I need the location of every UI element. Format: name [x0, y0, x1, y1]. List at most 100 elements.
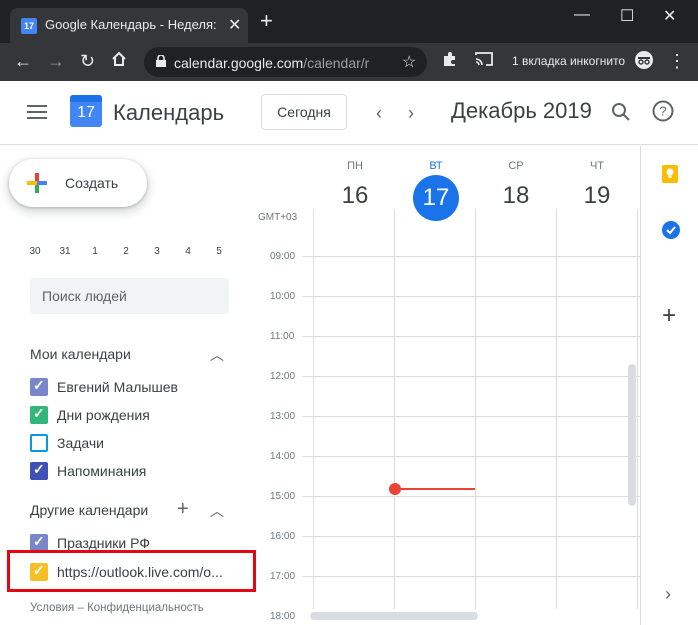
calendar-label: Напоминания	[57, 463, 147, 479]
calendar-favicon-icon: 17	[21, 18, 37, 34]
hour-label: 18:00	[270, 611, 296, 622]
url-text: calendar.google.com/calendar/r	[174, 55, 379, 71]
current-time-dot	[389, 483, 401, 495]
next-week-icon[interactable]: ›	[408, 103, 414, 124]
add-addon-icon[interactable]: +	[662, 304, 676, 328]
grid-hour-line	[303, 336, 640, 337]
mini-cal-day[interactable]: 2	[114, 246, 138, 257]
calendar-label: Евгений Малышев	[57, 379, 178, 395]
day-number-today[interactable]: 17	[413, 175, 459, 221]
grid-col-line	[394, 209, 395, 609]
calendar-checkbox[interactable]	[30, 434, 48, 452]
day-header-wed[interactable]: СР 18	[476, 160, 556, 210]
menu-more-icon[interactable]: ⋮	[668, 50, 686, 72]
calendar-header: 17 Календарь Сегодня ‹ › Декабрь 2019 ?	[0, 81, 698, 145]
grid-hour-line	[303, 496, 640, 497]
window-close-icon[interactable]: ✕	[663, 6, 676, 26]
people-search-input[interactable]: Поиск людей	[30, 278, 229, 314]
day-header-tue[interactable]: ВТ 17	[396, 160, 476, 221]
incognito-icon[interactable]	[634, 50, 654, 75]
current-time-line	[396, 488, 475, 490]
calendar-label: Дни рождения	[57, 407, 150, 423]
grid-col-line	[637, 209, 638, 609]
browser-tab[interactable]: 17 Google Календарь - Неделя: 16 ✕	[10, 8, 248, 43]
day-number[interactable]: 16	[315, 182, 395, 210]
grid-col-line	[313, 209, 314, 609]
home-icon[interactable]	[110, 50, 128, 73]
url-domain: calendar.google.com	[174, 55, 304, 71]
cast-icon[interactable]	[475, 50, 493, 72]
create-button[interactable]: Создать	[9, 159, 147, 207]
extensions-icon[interactable]	[441, 50, 459, 73]
calendar-item-0[interactable]: Евгений Малышев	[30, 376, 250, 398]
mini-cal-day[interactable]: 31	[53, 246, 77, 257]
calendar-item-2[interactable]: Задачи	[30, 432, 250, 454]
grid-hour-line	[303, 256, 640, 257]
mini-cal-day[interactable]: 1	[83, 246, 107, 257]
calendar-checkbox[interactable]	[30, 461, 48, 480]
calendar-item-3[interactable]: Напоминания	[30, 460, 250, 482]
maximize-icon[interactable]: ☐	[620, 6, 634, 26]
chevron-right-icon[interactable]: ›	[665, 584, 671, 605]
tasks-icon[interactable]	[661, 220, 681, 245]
mini-cal-day[interactable]: 3	[145, 246, 169, 257]
search-icon[interactable]	[611, 102, 631, 127]
reload-icon[interactable]: ↻	[80, 50, 95, 72]
timezone-label: GMT+03	[258, 212, 298, 223]
day-number[interactable]: 19	[557, 182, 637, 210]
other-calendars-title[interactable]: Другие календари	[30, 502, 148, 518]
hour-label: 11:00	[270, 331, 295, 342]
app-title: Календарь	[113, 100, 225, 125]
browser-toolbar: ← → ↻ calendar.google.com/calendar/r ☆ 1…	[0, 43, 698, 81]
grid-hour-line	[303, 536, 640, 537]
plus-multicolor-icon	[27, 173, 47, 193]
day-of-week: ВТ	[429, 160, 443, 172]
highlight-box	[7, 550, 256, 592]
add-calendar-icon[interactable]: +	[177, 498, 189, 521]
grid-hour-line	[303, 576, 640, 577]
calendar-checkbox[interactable]	[30, 377, 48, 396]
help-icon[interactable]: ?	[652, 100, 674, 127]
calendar-logo-icon: 17	[70, 95, 102, 127]
day-of-week: ПН	[347, 160, 363, 172]
day-number[interactable]: 18	[476, 182, 556, 210]
create-label: Создать	[65, 175, 119, 191]
hour-label: 17:00	[270, 571, 296, 582]
mini-cal-day[interactable]: 30	[23, 246, 47, 257]
minimize-icon[interactable]: —	[574, 6, 590, 24]
forward-icon[interactable]: →	[47, 50, 65, 72]
prev-week-icon[interactable]: ‹	[376, 103, 382, 124]
grid-col-line	[556, 209, 557, 609]
chevron-up-icon[interactable]: ︿	[210, 501, 224, 521]
incognito-label[interactable]: 1 вкладка инкогнито	[512, 54, 625, 68]
footer-links[interactable]: Условия – Конфиденциальность	[30, 602, 204, 614]
calendar-checkbox[interactable]	[30, 405, 48, 424]
day-header-thu[interactable]: ЧТ 19	[557, 160, 637, 210]
new-tab-icon[interactable]: +	[260, 10, 273, 32]
back-icon[interactable]: ←	[14, 50, 32, 72]
main-menu-icon[interactable]	[27, 105, 47, 124]
hour-label: 09:00	[270, 251, 296, 262]
tab-close-icon[interactable]: ✕	[228, 15, 241, 35]
grid-hour-line	[303, 416, 640, 417]
mini-cal-day[interactable]: 5	[207, 246, 231, 257]
my-calendars-title[interactable]: Мои календари	[30, 346, 131, 362]
bookmark-star-icon[interactable]: ☆	[402, 52, 416, 72]
day-of-week: ЧТ	[589, 160, 605, 172]
address-bar[interactable]: calendar.google.com/calendar/r ☆	[144, 47, 427, 77]
hour-label: 15:00	[270, 491, 296, 502]
hour-label: 14:00	[270, 451, 296, 462]
today-button[interactable]: Сегодня	[261, 94, 347, 130]
day-header-mon[interactable]: ПН 16	[315, 160, 395, 210]
hour-label: 13:00	[270, 411, 296, 422]
mini-cal-day[interactable]: 4	[176, 246, 200, 257]
chevron-up-icon[interactable]: ︿	[210, 345, 224, 365]
hour-label: 16:00	[270, 531, 296, 542]
vertical-scrollbar[interactable]	[628, 364, 636, 506]
lock-icon	[156, 55, 166, 67]
calendar-label: Задачи	[57, 435, 105, 451]
keep-icon[interactable]	[661, 164, 679, 189]
current-period: Декабрь 2019	[451, 98, 592, 123]
calendar-item-1[interactable]: Дни рождения	[30, 404, 250, 426]
horizontal-scrollbar[interactable]	[310, 612, 478, 620]
